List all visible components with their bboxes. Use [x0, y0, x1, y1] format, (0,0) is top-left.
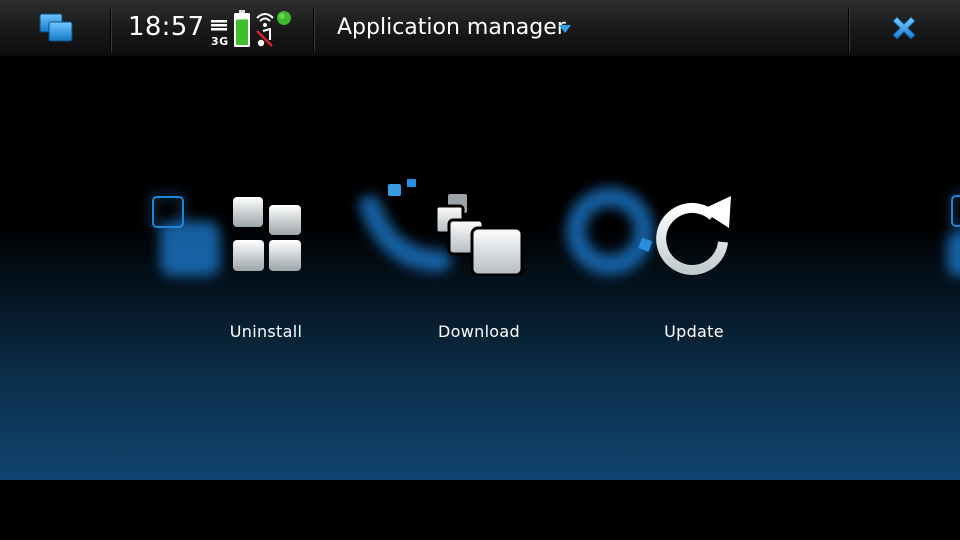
uninstall-button[interactable]: Uninstall: [176, 176, 356, 356]
update-label: Update: [664, 322, 724, 341]
close-icon: [892, 16, 916, 40]
dropdown-arrow-icon: [559, 25, 571, 33]
task-switcher-icon: [39, 13, 73, 42]
update-icon: [656, 196, 731, 275]
screen: 18:57 3G Application manager Uninstall D…: [0, 0, 960, 540]
uninstall-icon: [233, 197, 301, 271]
update-button[interactable]: Update: [604, 176, 784, 356]
music-muted-icon: [256, 28, 273, 47]
download-button[interactable]: Download: [389, 176, 569, 356]
close-button[interactable]: [866, 6, 942, 50]
battery-icon: [234, 10, 250, 47]
content-area: Uninstall Download Update: [0, 56, 960, 480]
wifi-icon: [256, 13, 274, 27]
decor-square: [951, 195, 960, 227]
app-menu-button[interactable]: Application manager: [322, 6, 612, 50]
app-title: Application manager: [337, 15, 566, 40]
uninstall-label: Uninstall: [229, 322, 303, 341]
download-icon: [434, 192, 524, 276]
separator: [313, 8, 314, 52]
download-label: Download: [438, 322, 520, 341]
separator: [848, 8, 849, 52]
title-bar: 18:57 3G Application manager: [0, 0, 960, 57]
separator: [110, 8, 111, 52]
status-area[interactable]: 3G: [208, 8, 298, 50]
presence-online-icon: [277, 11, 291, 25]
clock: 18:57: [128, 12, 205, 42]
task-switcher-button[interactable]: [22, 6, 90, 50]
bottom-bar: [0, 480, 960, 540]
network-type-label: 3G: [211, 35, 229, 48]
signal-icon: [211, 20, 227, 31]
